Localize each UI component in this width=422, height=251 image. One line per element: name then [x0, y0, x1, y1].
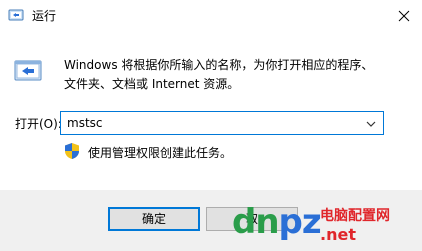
chevron-down-icon[interactable] [365, 118, 377, 130]
description: Windows 将根据你所输入的名称，为你打开相应的程序、 文件夹、文档或 In… [64, 56, 394, 94]
open-input[interactable]: mstsc [67, 116, 103, 130]
run-app-icon [8, 7, 24, 23]
admin-note: 使用管理权限创建此任务。 [88, 146, 233, 160]
watermark-site-en: .net [320, 225, 356, 244]
description-line-1: Windows 将根据你所输入的名称，为你打开相应的程序、 [64, 58, 374, 72]
open-combobox[interactable]: mstsc [60, 111, 384, 135]
watermark-logo: dnpz [232, 202, 322, 242]
watermark: dnpz 电脑配置网 .net [232, 196, 420, 250]
window-title: 运行 [32, 9, 57, 23]
close-icon [398, 10, 410, 22]
ok-button[interactable]: 确定 [108, 207, 200, 231]
open-label: 打开(O): [15, 117, 62, 131]
watermark-site-cn: 电脑配置网 [320, 208, 390, 224]
title-bar[interactable]: 运行 [0, 0, 422, 32]
run-dialog: 运行 Windows 将根据你所输入的名称，为你打开相应的程序、 文件夹、文档或… [0, 0, 422, 251]
run-program-icon [14, 58, 42, 84]
uac-shield-icon [64, 142, 80, 160]
close-button[interactable] [392, 5, 416, 27]
description-line-2: 文件夹、文档或 Internet 资源。 [64, 77, 240, 91]
